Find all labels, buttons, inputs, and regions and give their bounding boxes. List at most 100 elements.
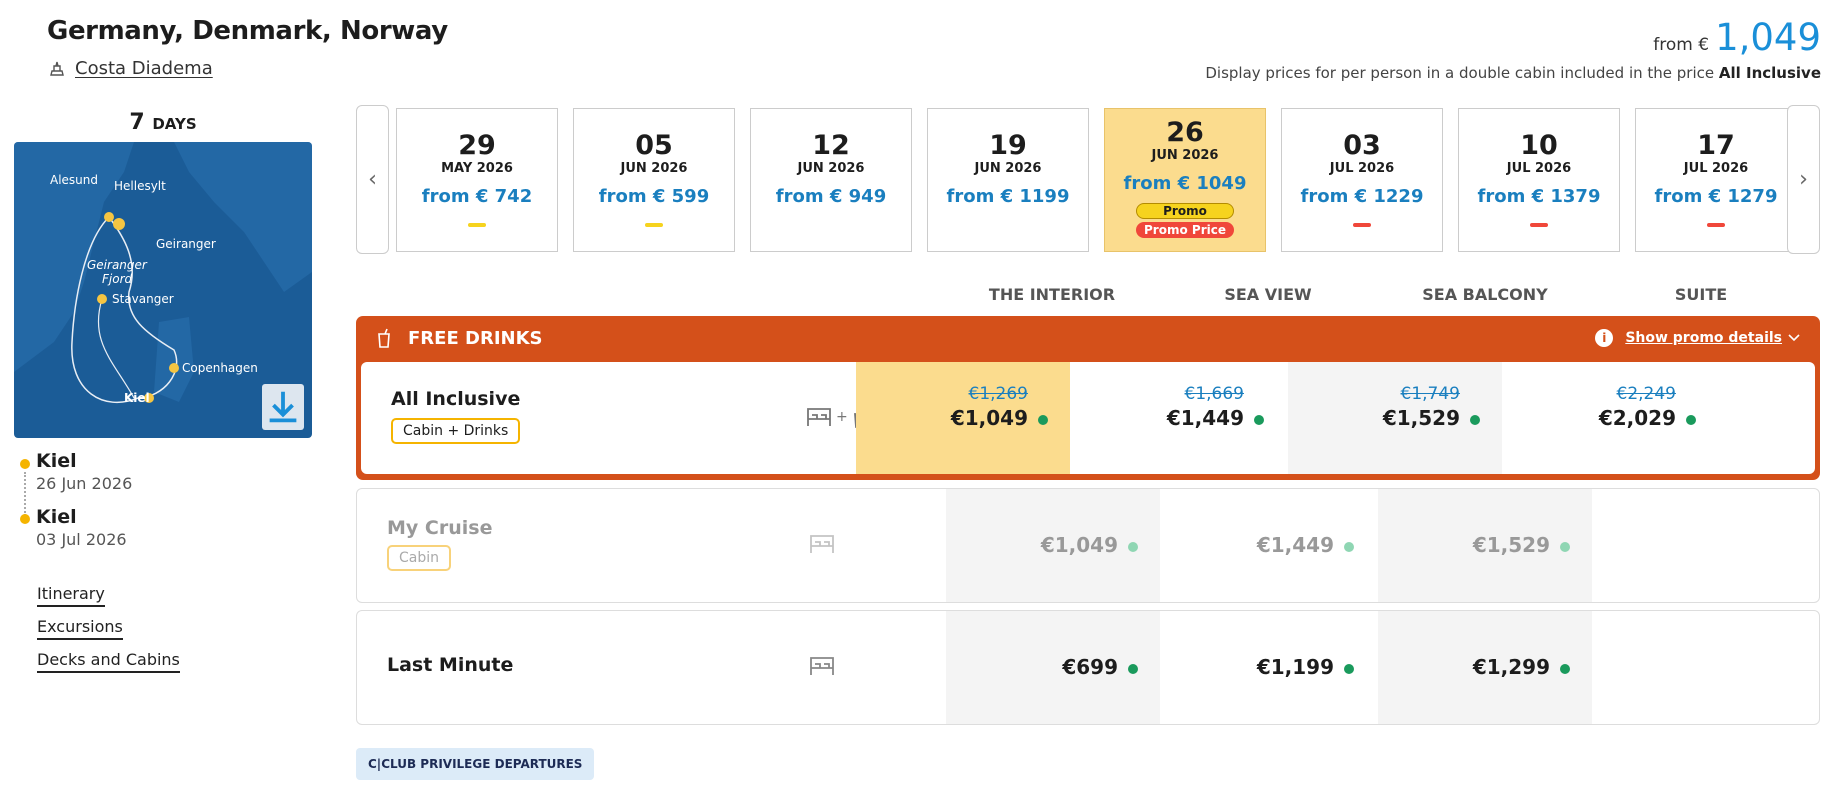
availability-dot [1560,542,1570,552]
new-price: €1,299 [1472,655,1550,679]
map-label: Alesund [50,173,98,187]
fare-row-last-minute: Last Minute €699 €1,199 €1,299 [356,610,1820,725]
price-note-text: Display prices for per person in a doubl… [1205,64,1715,82]
new-price: €699 [1062,655,1118,679]
date-day: 05 [635,130,673,161]
date-card[interactable]: 26 JUN 2026 from € 1049 Promo Promo Price [1104,108,1266,252]
map-label: Fjord [102,272,133,286]
route-line [24,472,26,516]
date-month: JUN 2026 [1151,148,1219,163]
date-price: from € 742 [421,186,533,207]
bed-icon [810,535,834,553]
fare-tag: Cabin + Drinks [391,418,521,444]
fare-tag: Cabin [387,545,452,571]
carousel-prev-button[interactable]: ‹ [356,105,389,254]
port-date: 26 Jun 2026 [36,474,133,493]
cabin-header-suite: SUITE [1674,285,1728,304]
date-day: 19 [989,130,1027,161]
fare-name: My Cruise [387,517,493,539]
date-day: 29 [458,130,496,161]
availability-bar [1530,223,1548,227]
price-cell-interior[interactable]: €699 [946,611,1160,724]
availability-dot [1470,415,1480,425]
itinerary-link[interactable]: Itinerary [37,584,105,607]
days-label: DAYS [152,115,197,133]
cabin-header-interior: THE INTERIOR [988,285,1116,304]
download-icon [269,391,297,423]
info-icon: i [1595,329,1614,347]
port-name: Kiel [36,450,77,472]
itinerary-map[interactable]: Alesund Hellesylt Geiranger Geiranger Fj… [14,142,312,438]
price-cell-sea-balcony[interactable]: €1,749 €1,529 [1288,362,1502,474]
date-month: JUL 2026 [1329,161,1395,176]
fare-name: Last Minute [387,654,514,676]
availability-bar [468,223,486,227]
port-name: Kiel [36,506,77,528]
price-cell-sea-view[interactable]: €1,449 [1162,489,1376,602]
price-cell-sea-view[interactable]: €1,199 [1162,611,1376,724]
fare-row-all-inclusive: All Inclusive Cabin + Drinks + €1,269 €1… [361,362,1815,474]
from-price: from € 1,049 [1653,16,1821,59]
show-promo-details-link[interactable]: i Show promo details [1595,329,1800,347]
from-value: 1,049 [1715,16,1821,59]
date-day: 10 [1520,130,1558,161]
new-price: €1,449 [1256,533,1334,557]
date-card[interactable]: 05 JUN 2026 from € 599 [573,108,735,252]
date-month: JUL 2026 [1506,161,1572,176]
date-month: MAY 2026 [441,161,513,176]
club-privilege-badge[interactable]: C|CLUB PRIVILEGE DEPARTURES [356,748,595,780]
ship-link[interactable]: Costa Diadema [47,58,213,79]
departure-carousel: ‹ 29 MAY 2026 from € 742 05 JUN 2026 from € 5… [356,105,1820,254]
date-card[interactable]: 29 MAY 2026 from € 742 [396,108,558,252]
date-day: 03 [1343,130,1381,161]
price-cell-sea-balcony[interactable]: €1,529 [1378,489,1592,602]
date-day: 12 [812,130,850,161]
new-price: €1,049 [950,406,1028,430]
date-price: from € 1379 [1477,186,1601,207]
date-day: 26 [1166,117,1204,148]
map-label: Geiranger [87,258,148,272]
decks-cabins-link[interactable]: Decks and Cabins [37,650,180,673]
bed-icon [807,408,831,426]
download-map-button[interactable] [262,384,304,430]
price-cell-sea-balcony[interactable]: €1,299 [1378,611,1592,724]
excursions-link[interactable]: Excursions [37,617,123,640]
promo-badge: Promo [1136,203,1234,219]
date-price: from € 1229 [1300,186,1424,207]
availability-dot [1254,415,1264,425]
availability-dot [1686,415,1696,425]
cabin-header-sea-balcony: SEA BALCONY [1422,285,1548,304]
date-day: 17 [1697,130,1735,161]
promo-title: FREE DRINKS [408,327,543,349]
cruise-duration: 7 DAYS [14,110,312,135]
port-arrival: Kiel 03 Jul 2026 [36,506,127,549]
from-label: from € [1653,35,1710,55]
old-price: €1,749 [1400,384,1460,404]
days-number: 7 [129,110,145,135]
promo-header: FREE DRINKS i Show promo details [356,316,1820,360]
date-card[interactable]: 10 JUL 2026 from € 1379 [1458,108,1620,252]
port-marker [20,514,30,524]
price-cell-sea-view[interactable]: €1,669 €1,449 [1072,362,1286,474]
price-note: Display prices for per person in a doubl… [1205,64,1821,82]
carousel-next-button[interactable]: › [1787,105,1820,254]
old-price: €2,249 [1616,384,1676,404]
date-month: JUL 2026 [1683,161,1749,176]
map-label: Copenhagen [182,361,258,375]
new-price: €1,049 [1040,533,1118,557]
map-label: Hellesylt [114,179,166,193]
date-card[interactable]: 12 JUN 2026 from € 949 [750,108,912,252]
map-label: Stavanger [112,292,174,306]
price-cell-interior[interactable]: €1,049 [946,489,1160,602]
price-cell-suite[interactable]: €2,249 €2,029 [1504,362,1718,474]
availability-bar [1353,223,1371,227]
date-price: from € 949 [775,186,887,207]
date-card[interactable]: 17 JUL 2026 from € 1279 [1635,108,1797,252]
new-price: €2,029 [1598,406,1676,430]
date-card[interactable]: 03 JUL 2026 from € 1229 [1281,108,1443,252]
date-card[interactable]: 19 JUN 2026 from € 1199 [927,108,1089,252]
availability-bar [645,223,663,227]
ship-icon [50,61,64,76]
new-price: €1,529 [1382,406,1460,430]
price-cell-interior[interactable]: €1,269 €1,049 [856,362,1070,474]
